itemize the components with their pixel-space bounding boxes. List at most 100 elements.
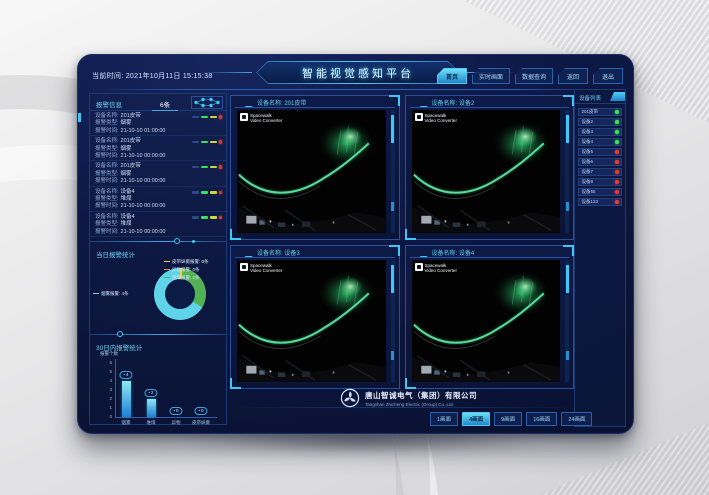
bar-value-label: 2 [144,389,157,397]
device-row[interactable]: 设备8 [578,178,622,187]
video-scrollbar[interactable] [391,260,395,383]
video-panel[interactable]: 设备名称: 201皮带 [230,95,400,240]
device-row[interactable]: 设备4 [578,138,622,147]
layout-button[interactable]: 16画面 [526,412,557,426]
device-name: 设备8 [582,179,594,185]
device-list-tab[interactable] [610,92,625,101]
y-axis-label: 报警个数 [100,351,118,357]
device-name: 设备3 [582,129,594,135]
monthly-stats-section: 30日内报警统计 报警个数 01234564烟雾2堆煤0异物0皮带纵撕 [90,339,226,352]
device-row[interactable]: 201皮带 [578,108,622,117]
alarm-type-label: 报警类型: [95,196,119,202]
video-panel[interactable]: 设备名称: 设备4 [405,245,575,390]
device-row[interactable]: 设备2 [578,118,622,127]
alarm-list-item[interactable]: 设备名称:201皮带 报警类型:烟雾 报警时间:21-10-10 00:00:0… [90,136,226,161]
layout-button[interactable]: 1画面 [430,412,458,426]
device-row[interactable]: 设备55 [578,188,622,197]
device-name: 设备2 [582,119,594,125]
donut-legend-left: 烟雾报警: 4条 [93,290,129,298]
y-tick: 6 [100,360,112,365]
alarm-list-item[interactable]: 设备名称:201皮带 报警类型:烟雾 报警时间:21-10-10 01:00:0… [90,111,226,136]
video-scrollbar[interactable] [391,110,395,233]
device-row[interactable]: 设备5 [578,148,622,157]
alarm-type-label: 报警类型: [95,146,119,152]
alarm-type-value: 烟雾 [121,120,132,126]
device-status-dot [615,120,619,124]
nav-button[interactable]: 返回 [558,68,588,84]
nav-button[interactable]: 首页 [437,68,467,84]
page-title: 智能视觉感知平台 [302,65,414,81]
device-name: 设备55 [582,189,596,195]
video-panel-frame-line [410,107,570,108]
video-panel[interactable]: 设备名称: 设备2 [405,95,575,240]
y-axis [115,359,116,417]
x-tick-label: 异物 [163,420,189,426]
layout-button[interactable]: 24画面 [561,412,592,426]
donut-legend-entry: 堆煤报警: 2条 [164,274,226,282]
video-converter-overlay: Spacewalk Video Converter [415,113,457,123]
brand-line2: Video Converter [425,118,457,123]
bar-value-label: 0 [194,407,207,415]
scrollbar-thumb[interactable] [391,265,394,293]
layout-button[interactable]: 9画面 [494,412,522,426]
device-list-panel: 设备列表 201皮带 设备2 设备3 设备4 设备5 设备6 设备7 设备8 设… [574,89,626,427]
alarm-list-item[interactable]: 设备名称:设备4 报警类型:堆煤 报警时间:21-10-10 00:00:00 [90,212,226,237]
device-name-label: 设备名称: [95,138,119,144]
edge-accent [78,113,81,122]
alarm-level-indicator [192,165,223,169]
section-divider [90,237,226,246]
device-status-dot [615,170,619,174]
video-panel[interactable]: 设备名称: 设备3 [230,245,400,390]
alarm-list: 设备名称:201皮带 报警类型:烟雾 报警时间:21-10-10 01:00:0… [90,111,226,237]
x-tick-label: 堆煤 [138,420,164,426]
nav-button[interactable]: 实时画面 [472,68,510,84]
alarm-red-dot [219,191,223,195]
video-converter-logo-icon [240,263,248,271]
device-row[interactable]: 设备7 [578,168,622,177]
alarm-type-label: 报警类型: [95,171,119,177]
legend-swatch [164,261,170,263]
alarm-list-item[interactable]: 设备名称:201皮带 报警类型:烟雾 报警时间:21-10-10 00:00:0… [90,161,226,186]
alarm-list-item[interactable]: 设备名称:设备4 报警类型:堆煤 报警时间:21-10-10 00:00:00 [90,187,226,212]
alarm-time-label: 报警时间: [95,203,119,209]
bar-value-label: 0 [169,407,182,415]
layout-button[interactable]: 4画面 [462,412,490,426]
nav-button[interactable]: 数据查询 [515,68,553,84]
device-name-label: 设备名称: [95,214,119,220]
device-row[interactable]: 设备6 [578,158,622,167]
device-row[interactable]: 设备3 [578,128,622,137]
scrollbar-thumb[interactable] [391,115,394,143]
header-divider [88,89,623,90]
video-scrollbar[interactable] [565,260,569,383]
alarm-red-dot [219,165,223,169]
alarm-red-dot [219,140,223,144]
scrollbar-thumb[interactable] [566,265,569,293]
video-panel-title: 设备名称: 设备2 [432,98,475,107]
video-screen: Spacewalk Video Converter [412,260,561,383]
daily-stats-section: 当日报警统计 皮带纵撕报警: 0条异物报警: 0条堆煤报警: 2条 烟雾报警: … [90,246,226,330]
monthly-alarm-bar-chart: 报警个数 01234564烟雾2堆煤0异物0皮带纵撕 [98,353,222,434]
alarm-type-value: 烟雾 [121,171,132,177]
bar-value-label: 4 [119,371,132,379]
video-feed-image [237,260,386,383]
y-tick: 3 [100,387,112,392]
video-converter-logo-icon [240,113,248,121]
video-scrollbar[interactable] [565,110,569,233]
legend-swatch [164,277,170,279]
y-tick: 5 [100,369,112,374]
device-name-value: 201皮带 [121,113,141,119]
device-name: 设备123 [582,199,599,205]
device-name-value: 设备4 [121,214,135,220]
video-panel-title: 设备名称: 设备3 [257,248,300,257]
device-status-dot [615,160,619,164]
video-feed-image [412,260,561,383]
scrollbar-thumb[interactable] [566,115,569,143]
alarm-level-indicator [192,115,223,119]
video-screen: Spacewalk Video Converter [237,110,386,233]
device-row[interactable]: 设备123 [578,198,622,207]
device-list-title: 设备列表 [579,94,601,102]
current-time: 当前时间: 2021年10月11日 15:15:38 [92,71,213,81]
nav-button[interactable]: 退出 [593,68,623,84]
donut-legend-entry: 烟雾报警: 4条 [93,290,129,298]
device-name-value: 设备4 [121,189,135,195]
